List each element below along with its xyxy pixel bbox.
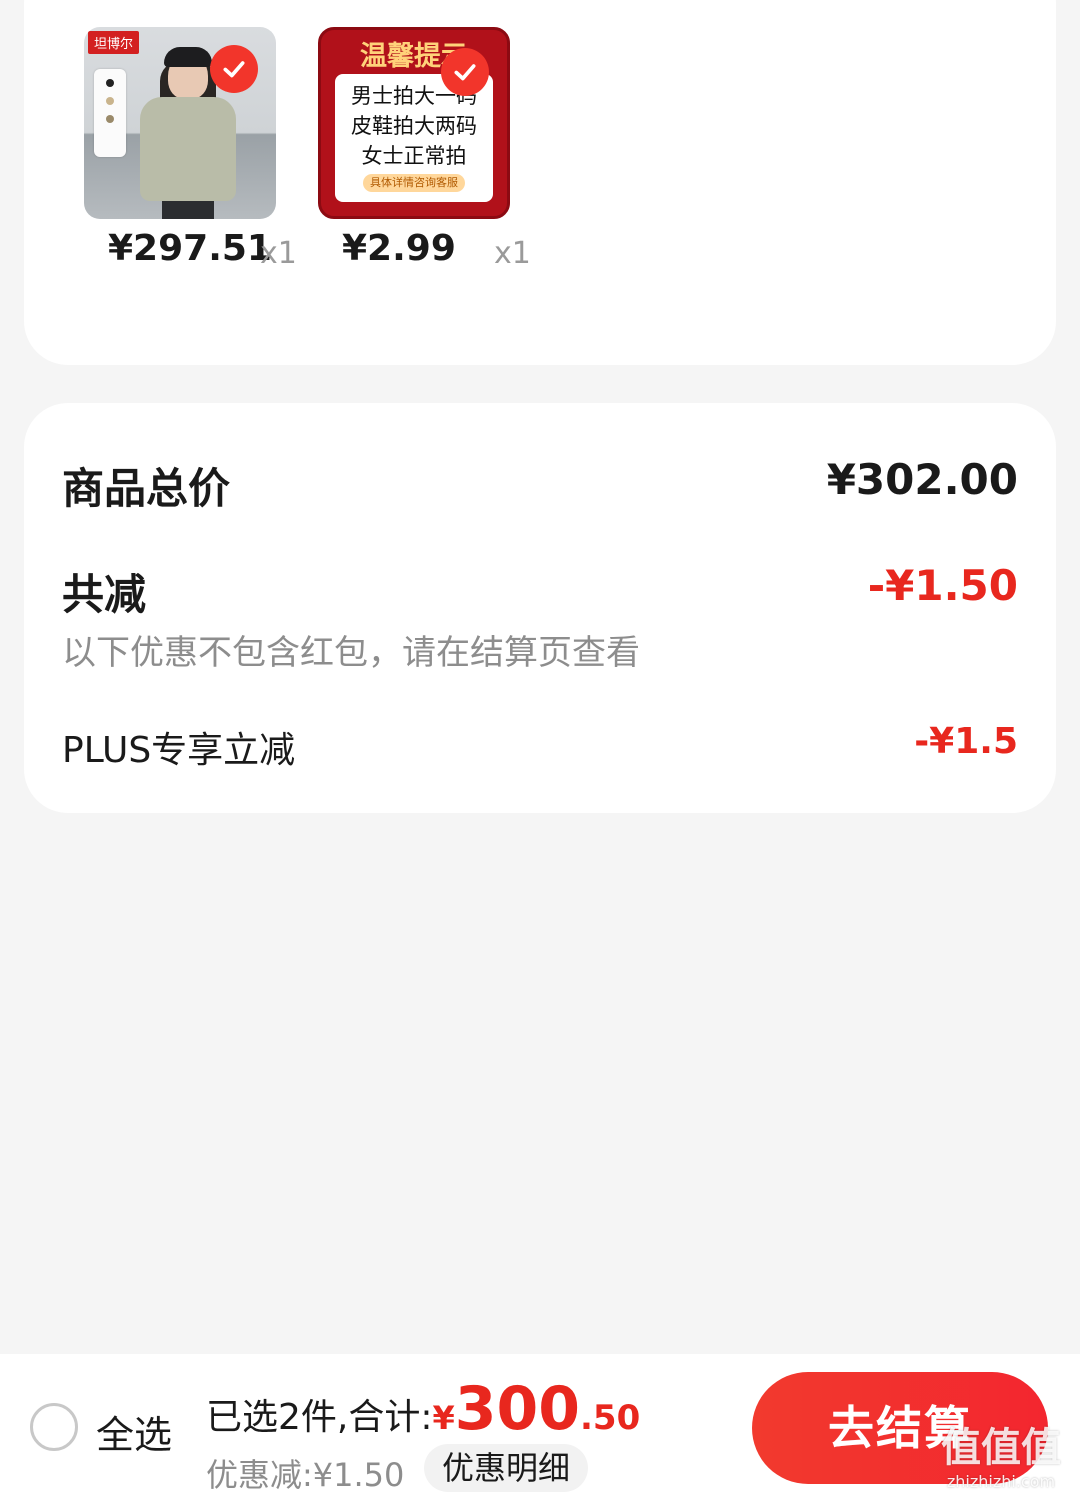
product-selected-check[interactable]	[441, 48, 489, 96]
total-reduction-value: -¥1.50	[867, 561, 1018, 610]
product-price-coat: ¥297.51	[108, 228, 272, 269]
product-price-notice: ¥2.99	[342, 228, 456, 269]
price-integer: ¥297	[108, 228, 209, 269]
notice-line-3: 女士正常拍	[361, 144, 467, 168]
product-thumbnail-notice[interactable]: 温馨提示 男士拍大一码 皮鞋拍大两码 女士正常拍 具体详情咨询客服	[318, 27, 510, 219]
total-price-value: ¥302.00	[826, 455, 1018, 504]
model-cap	[164, 47, 212, 67]
watermark-url: zhizhizhi.com	[946, 1472, 1056, 1491]
check-icon	[454, 64, 476, 81]
discount-summary: 优惠减:¥1.50	[206, 1456, 405, 1494]
selected-total-integer: 300	[454, 1374, 580, 1444]
brand-tag: 坦博尔	[88, 31, 140, 54]
price-summary-card: 商品总价 ¥302.00 共减 -¥1.50 以下优惠不包含红包，请在结算页查看…	[24, 403, 1056, 813]
model-coat	[140, 97, 236, 201]
product-item-notice[interactable]: 温馨提示 男士拍大一码 皮鞋拍大两码 女士正常拍 具体详情咨询客服	[318, 27, 510, 219]
color-swatch-panel	[94, 69, 126, 157]
product-item-coat[interactable]: 坦博尔	[84, 27, 276, 219]
plus-discount-label: PLUS专享立减	[62, 730, 296, 771]
checkout-bar: 全选 已选2件,合计:¥300.50 优惠减:¥1.50 优惠明细 去结算 值值…	[0, 1354, 1080, 1503]
product-thumbnail-coat[interactable]: 坦博尔	[84, 27, 276, 219]
selected-total-prefix: 已选2件,合计:	[206, 1397, 433, 1438]
total-reduction-label: 共减	[62, 570, 147, 619]
select-all-radio[interactable]	[30, 1403, 78, 1451]
product-qty-notice: x1	[494, 236, 531, 271]
select-all-label[interactable]: 全选	[96, 1404, 172, 1459]
notice-line-2: 皮鞋拍大两码	[351, 114, 477, 138]
price-integer: ¥2	[342, 228, 393, 269]
price-decimal: .99	[392, 228, 456, 269]
check-icon	[223, 61, 245, 78]
selected-products-card: 坦博尔 温馨提示 男士拍大一码 皮鞋拍大两码 女士正常拍 具体详情咨询客服 ¥2…	[24, 0, 1056, 365]
notice-footer: 具体详情咨询客服	[363, 174, 465, 192]
reduction-note: 以下优惠不包含红包，请在结算页查看	[62, 633, 640, 673]
plus-discount-value: -¥1.5	[914, 721, 1018, 762]
discount-detail-button[interactable]: 优惠明细	[424, 1444, 589, 1492]
selected-total: 已选2件,合计:¥300.50	[206, 1374, 640, 1444]
product-selected-check[interactable]	[210, 45, 258, 93]
site-watermark: 值值值 zhizhizhi.com	[928, 1424, 1074, 1500]
product-qty-coat: x1	[260, 236, 297, 271]
watermark-logo-text: 值值值	[941, 1425, 1061, 1471]
selected-total-currency: ¥	[432, 1399, 455, 1437]
total-price-label: 商品总价	[62, 464, 231, 513]
selected-total-decimal: .50	[580, 1398, 641, 1438]
